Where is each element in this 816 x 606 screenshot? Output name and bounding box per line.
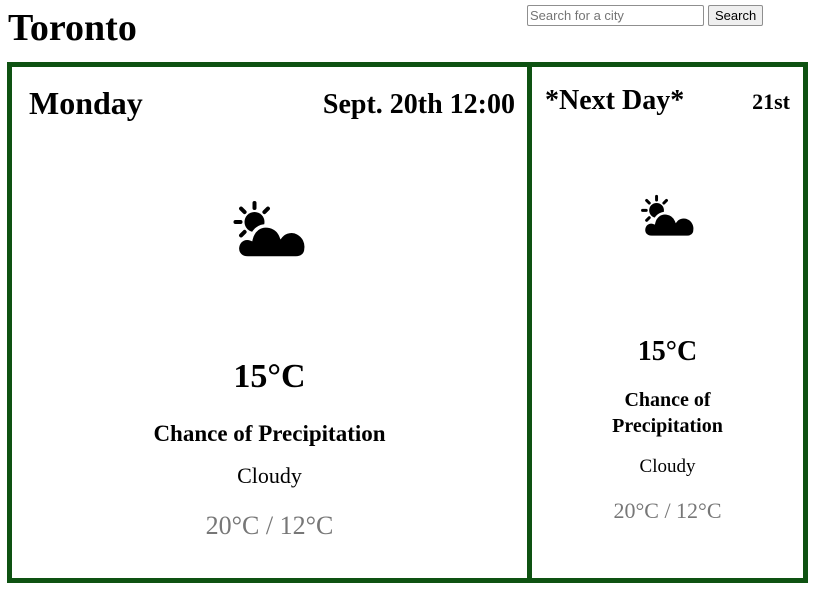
city-title: Toronto [8,7,137,49]
search-input[interactable] [527,5,704,26]
precipitation-label: Chance of Precipitation [612,389,723,437]
forecast-card-today: Monday Sept. 20th 12:00 15°C Chance of P… [12,67,527,578]
weather-page: Toronto Search Monday Sept. 20th 12:00 [0,0,816,606]
search-button[interactable]: Search [708,5,764,26]
temperature: 15°C [637,336,698,367]
day-label: *Next Day* [545,85,685,116]
condition-label: Cloudy [237,463,302,488]
date-label: 21st [752,89,790,114]
partly-cloudy-icon [233,201,308,260]
precipitation-label: Chance of Precipitation [153,421,386,446]
temperature: 15°C [233,358,306,395]
partly-cloudy-icon [640,194,696,239]
temperature-range: 20°C / 12°C [205,511,334,540]
temperature-range: 20°C / 12°C [613,498,722,523]
search-bar: Search [527,5,764,26]
condition-label: Cloudy [639,456,696,477]
forecast-grid: Monday Sept. 20th 12:00 15°C Chance of P… [7,62,808,583]
date-label: Sept. 20th 12:00 [322,89,515,120]
day-label: Monday [29,85,143,121]
forecast-card-next-day: *Next Day* 21st 15°C Chance of Precipita… [527,67,803,578]
